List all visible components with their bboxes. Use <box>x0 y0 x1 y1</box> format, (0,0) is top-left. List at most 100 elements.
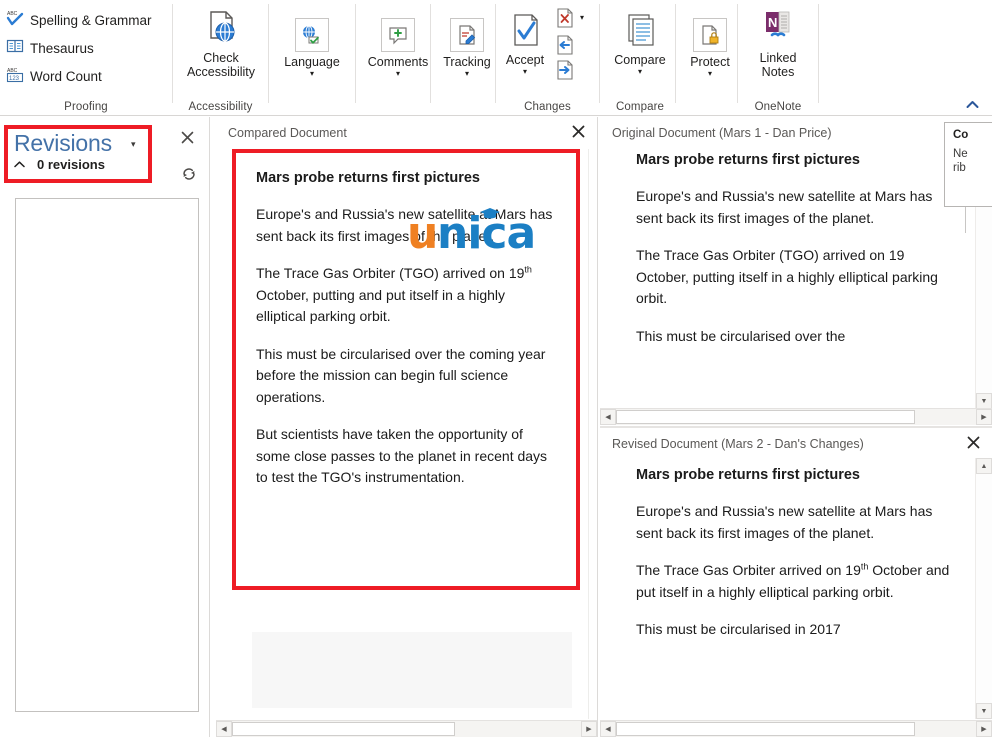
compared-document-pane: Compared Document Mars probe returns fir… <box>216 117 597 737</box>
tracking-label: Tracking <box>443 55 491 69</box>
thesaurus-button[interactable]: Thesaurus <box>6 36 94 60</box>
compared-document-hscroll[interactable]: ◀ ▶ <box>216 720 597 737</box>
chevron-down-icon[interactable]: ▾ <box>131 139 136 150</box>
accept-label: Accept <box>505 53 545 67</box>
ribbon-bottom-border <box>0 115 992 116</box>
compared-doc-paragraph-3: This must be circularised over the comin… <box>256 345 546 405</box>
revised-document-header: Revised Document (Mars 2 - Dan's Changes… <box>600 428 992 460</box>
chevron-down-icon[interactable]: ▾ <box>396 70 400 78</box>
compare-label: Compare <box>614 53 666 67</box>
scroll-right-icon[interactable]: ▶ <box>976 409 992 425</box>
compared-document-highlight: Mars probe returns first pictures Europe… <box>232 149 580 590</box>
revisions-title: Revisions <box>14 130 112 156</box>
language-icon <box>295 10 329 52</box>
chevron-down-icon[interactable]: ▾ <box>638 68 642 76</box>
accept-icon <box>507 8 543 50</box>
spelling-grammar-icon: ABC <box>6 9 24 32</box>
ribbon-group-compare: Compare ▾ Compare <box>600 0 680 116</box>
compared-document-page-placeholder <box>252 632 572 708</box>
original-doc-paragraph-1: Europe's and Russia's new satellite at M… <box>636 188 933 226</box>
compared-document-close-button[interactable] <box>568 125 589 142</box>
scroll-down-icon[interactable]: ▼ <box>976 703 992 719</box>
revisions-close-button[interactable] <box>181 131 194 148</box>
compared-doc-paragraph-2: The Trace Gas Orbiter (TGO) arrived on 1… <box>256 263 558 328</box>
ribbon-group-protect: Protect ▾ <box>676 0 744 116</box>
next-change-icon <box>557 60 573 80</box>
ribbon: ABC Spelling & Grammar Thesaurus ABC 123… <box>0 0 992 116</box>
comments-button[interactable]: Comments ▾ <box>362 10 434 78</box>
ribbon-group-changes-label: Changes <box>524 101 571 113</box>
scroll-left-icon[interactable]: ◀ <box>600 409 616 425</box>
original-doc-heading: Mars probe returns first pictures <box>636 152 860 168</box>
revised-document-body[interactable]: Mars probe returns first pictures Europe… <box>600 458 976 719</box>
compared-document-title: Compared Document <box>228 126 347 140</box>
compared-doc-p2-post: October, putting and put itself in a hig… <box>256 286 506 325</box>
scroll-left-icon[interactable]: ◀ <box>216 721 232 737</box>
ribbon-group-comments: Comments ▾ <box>356 0 440 116</box>
compared-hscroll-track[interactable] <box>232 722 581 736</box>
compared-hscroll-thumb[interactable] <box>232 722 456 736</box>
language-button[interactable]: Language ▾ <box>276 10 348 78</box>
collapse-ribbon-button[interactable] <box>958 94 986 114</box>
revised-document-hscroll[interactable]: ◀ ▶ <box>600 720 992 737</box>
accept-button[interactable]: Accept ▾ <box>497 8 553 76</box>
compared-doc-p2-sup: th <box>524 264 532 275</box>
revised-hscroll-thumb[interactable] <box>616 722 915 736</box>
compared-doc-p2-pre: The Trace Gas Orbiter (TGO) arrived on 1… <box>256 265 525 281</box>
original-document-hscroll[interactable]: ◀ ▶ <box>600 408 992 425</box>
chevron-down-icon[interactable]: ▾ <box>580 14 584 22</box>
revisions-list[interactable] <box>15 198 199 712</box>
chevron-down-icon[interactable]: ▾ <box>708 70 712 78</box>
original-document-title: Original Document (Mars 1 - Dan Price) <box>612 126 832 140</box>
compare-button[interactable]: Compare ▾ <box>604 8 676 76</box>
revised-doc-paragraph-2: The Trace Gas Orbiter arrived on 19th Oc… <box>636 560 960 603</box>
scroll-right-icon[interactable]: ▶ <box>976 721 992 737</box>
close-icon <box>967 436 980 448</box>
ribbon-group-accessibility: Check Accessibility Accessibility <box>173 0 268 116</box>
original-doc-paragraph-2: The Trace Gas Orbiter (TGO) arrived on 1… <box>636 247 938 306</box>
revised-document-vscroll[interactable]: ▲ ▼ <box>975 458 992 719</box>
tooltip-title: Co <box>953 129 969 141</box>
chevron-down-icon[interactable]: ▾ <box>310 70 314 78</box>
linked-notes-label-1: Linked <box>759 51 797 65</box>
ribbon-separator <box>818 4 819 103</box>
spelling-grammar-button[interactable]: ABC Spelling & Grammar <box>6 8 152 32</box>
check-accessibility-button[interactable]: Check Accessibility <box>184 6 258 79</box>
comments-label: Comments <box>367 55 429 69</box>
original-hscroll-track[interactable] <box>616 410 976 424</box>
ribbon-group-proofing-label: Proofing <box>64 101 108 113</box>
compared-document-body[interactable]: Mars probe returns first pictures Europe… <box>236 153 576 515</box>
scroll-left-icon[interactable]: ◀ <box>600 721 616 737</box>
linked-notes-button[interactable]: N Linked Notes <box>742 6 814 79</box>
tracking-button[interactable]: Tracking ▾ <box>431 10 503 78</box>
ribbon-group-onenote: N Linked Notes OneNote <box>738 0 818 116</box>
protect-button[interactable]: Protect ▾ <box>674 10 746 78</box>
revised-doc-paragraph-3: This must be circularised in 2017 <box>636 621 841 637</box>
chevron-down-icon[interactable]: ▾ <box>523 68 527 76</box>
compared-doc-heading: Mars probe returns first pictures <box>256 170 480 186</box>
close-icon <box>181 131 194 144</box>
scroll-right-icon[interactable]: ▶ <box>581 721 597 737</box>
next-change-button[interactable] <box>553 58 577 82</box>
chevron-down-icon[interactable]: ▾ <box>465 70 469 78</box>
original-hscroll-thumb[interactable] <box>616 410 915 424</box>
scroll-up-icon[interactable]: ▲ <box>976 458 992 474</box>
ribbon-group-proofing: ABC Spelling & Grammar Thesaurus ABC 123… <box>0 0 172 116</box>
protect-label: Protect <box>690 55 730 69</box>
original-document-pane: Original Document (Mars 1 - Dan Price) M… <box>600 117 992 427</box>
original-document-body[interactable]: Mars probe returns first pictures Europe… <box>600 147 976 409</box>
revisions-refresh-button[interactable] <box>181 166 197 182</box>
revised-document-pane: Revised Document (Mars 2 - Dan's Changes… <box>600 428 992 737</box>
word-count-icon: ABC 123 <box>6 65 24 88</box>
svg-text:ABC: ABC <box>7 11 18 17</box>
word-count-button[interactable]: ABC 123 Word Count <box>6 64 102 88</box>
revised-doc-heading: Mars probe returns first pictures <box>636 467 860 483</box>
previous-change-button[interactable] <box>553 33 577 57</box>
revised-document-close-button[interactable] <box>963 436 984 453</box>
compared-document-vscroll[interactable] <box>588 149 597 719</box>
reject-button[interactable] <box>553 6 577 30</box>
chevron-up-icon[interactable] <box>14 160 25 171</box>
revised-hscroll-track[interactable] <box>616 722 976 736</box>
reject-icon <box>557 8 573 28</box>
scroll-down-icon[interactable]: ▼ <box>976 393 992 409</box>
